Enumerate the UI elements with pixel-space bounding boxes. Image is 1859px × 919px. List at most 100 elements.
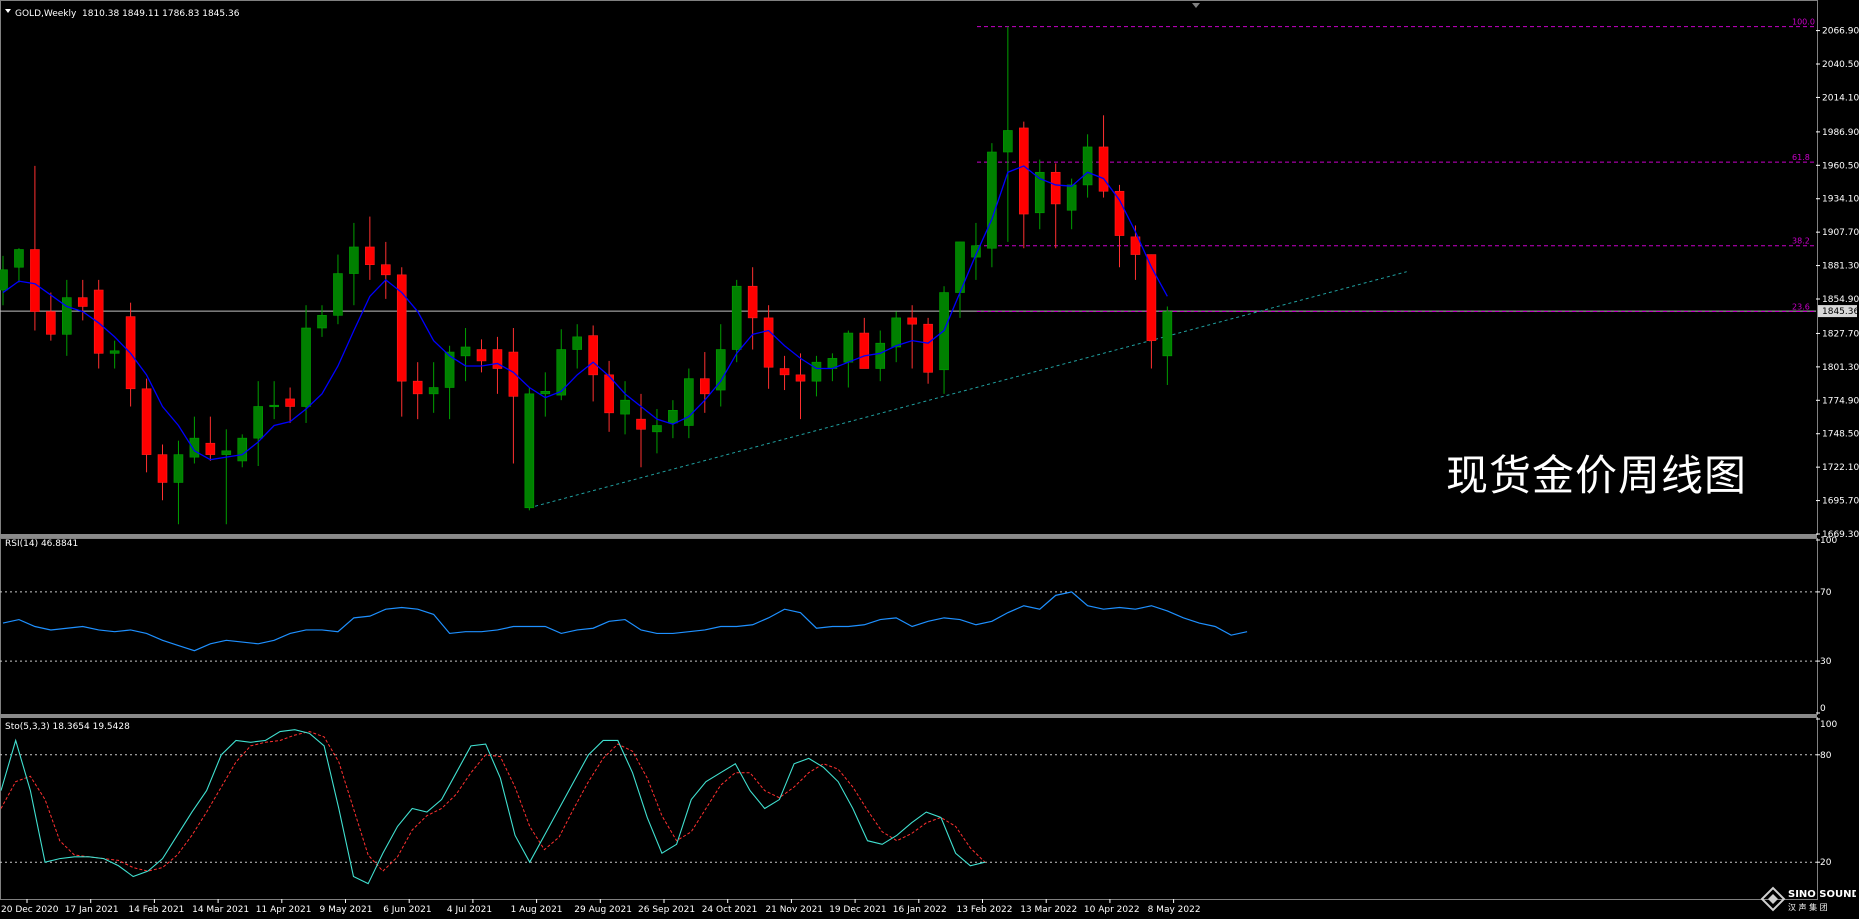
stoch-tick-label: 20: [1820, 858, 1832, 868]
rsi-tick-label: 30: [1820, 657, 1832, 667]
candle-body: [14, 249, 24, 268]
candle-body: [652, 425, 662, 433]
time-tick-label: 13 Mar 2022: [1020, 905, 1077, 915]
time-tick-label: 1 Aug 2021: [511, 905, 563, 915]
time-tick-label: 26 Sep 2021: [638, 905, 695, 915]
candle-body: [987, 151, 997, 249]
symbol-dropdown-icon: [5, 9, 11, 13]
time-tick-label: 20 Dec 2020: [1, 905, 59, 915]
candle-body: [221, 450, 232, 455]
time-tick-label: 10 Apr 2022: [1084, 905, 1140, 915]
candle-body: [779, 368, 790, 376]
candle-body: [859, 332, 870, 369]
stoch-panel-label: Sto(5,3,3) 18.3654 19.5428: [5, 722, 130, 732]
stoch-tick-label: 80: [1820, 751, 1832, 761]
time-tick-label: 8 May 2022: [1148, 905, 1201, 915]
panel-separator: [0, 714, 1817, 718]
time-tick-label: 24 Oct 2021: [702, 905, 758, 915]
logo-subtext: 汉 声 集 团: [1788, 902, 1828, 912]
time-tick-label: 17 Jan 2021: [65, 905, 119, 915]
candle-body: [333, 273, 343, 316]
candle-body: [843, 332, 854, 363]
candle-body: [668, 409, 678, 424]
rsi-panel-label: RSI(14) 46.8841: [5, 539, 78, 549]
candle-body: [875, 342, 886, 369]
candle-body: [46, 311, 56, 335]
candle-body: [349, 246, 359, 274]
candle-body: [460, 346, 471, 357]
price-tick-label: 1801.30: [1822, 363, 1859, 373]
time-tick-label: 16 Jan 2022: [893, 905, 947, 915]
time-tick-label: 14 Mar 2021: [192, 905, 249, 915]
candle-body: [365, 246, 375, 265]
panel-separator: [0, 534, 1817, 538]
scroll-marker-icon: [1192, 3, 1200, 8]
stoch-panel-frame: [0, 717, 1818, 900]
candle-body: [524, 393, 535, 509]
fib-level-label: 23.6: [1792, 303, 1810, 312]
candle-body: [205, 442, 216, 455]
price-tick-label: 1854.90: [1822, 295, 1859, 305]
fib-level-label: 61.8: [1792, 153, 1810, 162]
candle-body: [1082, 146, 1093, 186]
candle-body: [731, 285, 742, 350]
rsi-line: [2, 591, 1248, 652]
candle-body: [508, 351, 519, 397]
candle-body: [285, 398, 295, 407]
time-tick-label: 19 Dec 2021: [829, 905, 887, 915]
candle-body: [93, 289, 104, 354]
time-tick-label: 29 Aug 2021: [574, 905, 632, 915]
candle-body: [237, 437, 248, 462]
symbol-label: GOLD,Weekly: [15, 9, 77, 19]
price-tick-label: 1907.70: [1822, 228, 1859, 238]
price-tick-label: 2014.10: [1822, 93, 1859, 103]
candle-body: [620, 399, 630, 415]
price-tick-label: 1827.70: [1822, 329, 1859, 339]
rsi-tick-label: 100: [1820, 536, 1837, 546]
candle-body: [891, 317, 902, 348]
price-tick-label: 1986.90: [1822, 128, 1859, 138]
chart-watermark-title: 现货金价周线图: [1446, 451, 1748, 500]
price-tick-label: 1695.70: [1822, 497, 1859, 507]
candle-body: [923, 323, 933, 373]
time-tick-label: 13 Feb 2022: [957, 905, 1013, 915]
candle-body: [572, 336, 583, 350]
stoch-main-line: [0, 729, 986, 885]
fib-level-label: 100.0: [1792, 18, 1815, 27]
candle-body: [1162, 311, 1173, 357]
time-tick-label: 4 Jul 2021: [447, 905, 492, 915]
candle-body: [317, 315, 327, 329]
price-tick-label: 1934.10: [1822, 195, 1859, 205]
candle-body: [699, 378, 710, 395]
candle-body: [189, 437, 200, 458]
candle-body: [157, 454, 168, 483]
rsi-tick-label: 70: [1820, 588, 1832, 598]
rsi-tick-label: 0: [1820, 704, 1826, 714]
candle-body: [380, 264, 391, 276]
candle-body: [30, 249, 40, 312]
price-tick-label: 1722.10: [1822, 463, 1859, 473]
candle-body: [173, 454, 184, 483]
candle-body: [1003, 130, 1013, 153]
candle-body: [747, 285, 758, 319]
candle-body: [109, 350, 120, 354]
candles-group: [0, 26, 1173, 525]
time-tick-label: 14 Feb 2021: [128, 905, 184, 915]
candle-body: [301, 327, 311, 407]
candle-body: [636, 418, 646, 430]
candle-body: [1066, 184, 1077, 211]
time-tick-label: 9 May 2021: [320, 905, 373, 915]
current-price-label: 1845.36: [1822, 307, 1859, 317]
candle-body: [428, 387, 439, 395]
candle-body: [412, 380, 423, 395]
price-tick-label: 1774.90: [1822, 396, 1859, 406]
candle-body: [476, 349, 487, 362]
price-tick-label: 2040.50: [1822, 60, 1859, 70]
candle-body: [0, 269, 8, 291]
time-tick-label: 21 Nov 2021: [765, 905, 823, 915]
price-tick-label: 1960.50: [1822, 161, 1859, 171]
time-tick-label: 11 Apr 2021: [256, 905, 312, 915]
rsi-panel-frame: [0, 538, 1818, 715]
candle-body: [588, 335, 598, 376]
stoch-signal-line: [0, 731, 986, 872]
